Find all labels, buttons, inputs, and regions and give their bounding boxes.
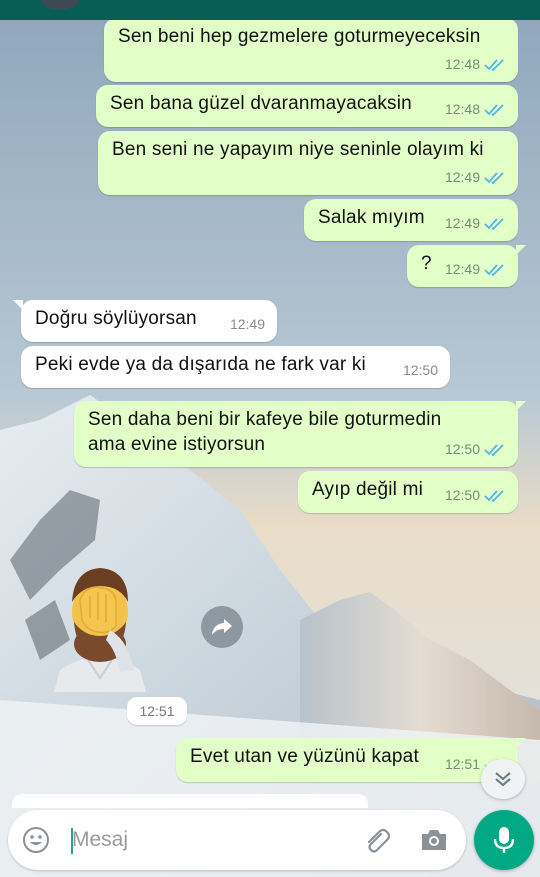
camera-icon[interactable] [419, 826, 449, 854]
message-composer[interactable] [8, 810, 466, 870]
outgoing-message[interactable]: Sen beni hep gezmelere goturmeyeceksin 1… [104, 18, 518, 82]
message-text-line-1: Sen daha beni bir kafeye bile goturmedin [88, 409, 442, 430]
double-check-icon [484, 58, 504, 71]
outgoing-message[interactable]: Ben seni ne yapayım niye seninle olayım … [98, 131, 518, 195]
outgoing-message[interactable]: Sen daha beni bir kafeye bile goturmedin… [74, 401, 526, 467]
message-time: 12:49 [444, 261, 480, 277]
outgoing-message[interactable]: Ayıp değil mi 12:50 [298, 471, 518, 513]
message-text: Sen beni hep gezmelere goturmeyeceksin [118, 26, 481, 47]
paperclip-icon[interactable] [361, 825, 391, 855]
chevron-double-down-icon [495, 772, 511, 787]
message-time: 12:51 [444, 756, 480, 772]
mic-button[interactable] [474, 810, 534, 870]
microphone-icon [493, 827, 515, 853]
message-time: 12:50 [444, 487, 480, 503]
outgoing-message[interactable]: ? 12:49 [407, 245, 526, 287]
facepalm-sticker[interactable] [50, 560, 150, 692]
outgoing-message[interactable]: Sen bana güzel dvaranmayacaksin 12:48 [96, 85, 518, 127]
double-check-icon [484, 103, 504, 116]
forward-icon [212, 619, 232, 635]
message-input[interactable] [72, 823, 352, 857]
message-time: 12:50 [444, 441, 480, 457]
message-time: 12:48 [444, 56, 480, 72]
incoming-message[interactable]: Peki evde ya da dışarıda ne fark var ki … [21, 346, 450, 388]
double-check-icon [484, 489, 504, 502]
outgoing-message[interactable]: Salak mıyım 12:49 [304, 199, 518, 241]
double-check-icon [484, 171, 504, 184]
message-time: 12:49 [444, 215, 480, 231]
message-text: Peki evde ya da dışarıda ne fark var ki [35, 354, 366, 375]
incoming-message[interactable]: Doğru söylüyorsan 12:49 [13, 300, 277, 342]
double-check-icon [484, 443, 504, 456]
forward-button[interactable] [201, 606, 243, 648]
message-time: 12:49 [444, 169, 480, 185]
contact-avatar[interactable] [40, 0, 80, 10]
outgoing-message[interactable]: Evet utan ve yüzünü kapat 12:51 [176, 738, 526, 782]
chat-header[interactable] [0, 0, 540, 20]
message-time: 12:49 [229, 316, 265, 332]
incoming-message-partial [12, 794, 368, 808]
sticker-time: 12:51 [127, 697, 187, 725]
emoji-icon[interactable] [22, 826, 50, 854]
message-text: Doğru söylüyorsan [35, 308, 197, 329]
double-check-icon [484, 263, 504, 276]
message-list[interactable]: Sen beni hep gezmelere goturmeyeceksin 1… [0, 0, 540, 877]
message-text: Ben seni ne yapayım niye seninle olayım … [112, 139, 484, 160]
double-check-icon [484, 217, 504, 230]
message-text-line-2: ama evine istiyorsun [88, 434, 266, 455]
message-time: 12:50 [402, 362, 438, 378]
message-time: 12:48 [444, 101, 480, 117]
scroll-to-bottom-button[interactable] [481, 759, 525, 799]
